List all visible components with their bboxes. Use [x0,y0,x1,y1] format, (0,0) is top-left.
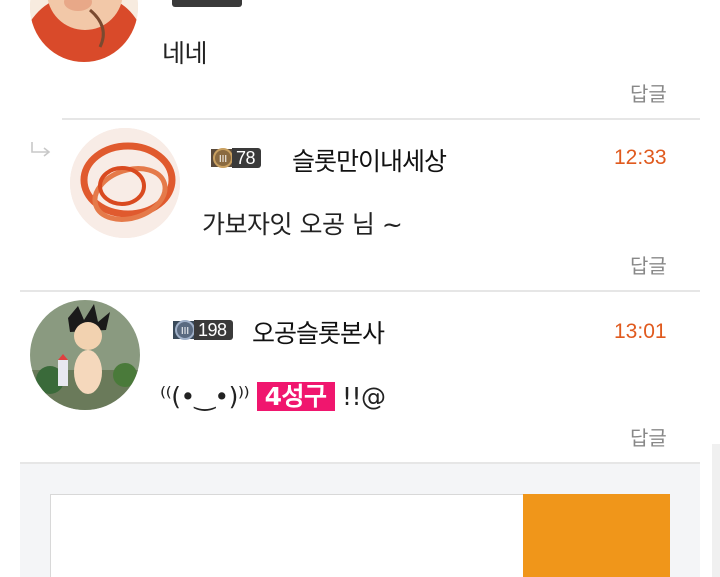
comment-message: 가보자잇 오공 님 ~ [202,210,403,239]
comment-message: 네네 [162,39,208,68]
level-number: 198 [194,320,233,340]
level-badge: III 198 [170,318,233,342]
svg-text:III: III [181,326,189,337]
message-highlight: 4성구 [256,382,335,411]
submit-button[interactable] [523,494,670,577]
level-badge [172,0,242,10]
nickname[interactable]: 오공슬롯본사 [252,314,385,350]
reply-button[interactable]: 답글 [630,422,667,451]
reply-button[interactable]: 답글 [630,250,667,279]
comment-time: 13:01 [614,320,667,343]
message-emoticon: ⁽⁽(•‿•)⁾⁾ [160,382,250,411]
message-suffix: !!@ [341,382,386,411]
divider [62,118,700,120]
level-emblem-icon [172,0,242,7]
level-number: 78 [232,148,262,168]
avatar[interactable] [70,128,180,238]
avatar[interactable] [30,300,140,410]
nickname[interactable]: 슬롯만이내세상 [292,142,447,178]
comment-message: ⁽⁽(•‿•)⁾⁾ 4성구 !!@ [160,377,386,413]
comment-input[interactable] [50,494,524,577]
reply-arrow-icon [30,140,54,160]
divider [20,290,700,292]
svg-text:III: III [219,154,227,165]
scrollbar[interactable] [712,444,720,577]
reply-button[interactable]: 답글 [630,78,667,107]
level-badge: III 78 [208,146,262,170]
comment-time: 12:33 [614,146,667,169]
avatar[interactable] [30,0,138,62]
